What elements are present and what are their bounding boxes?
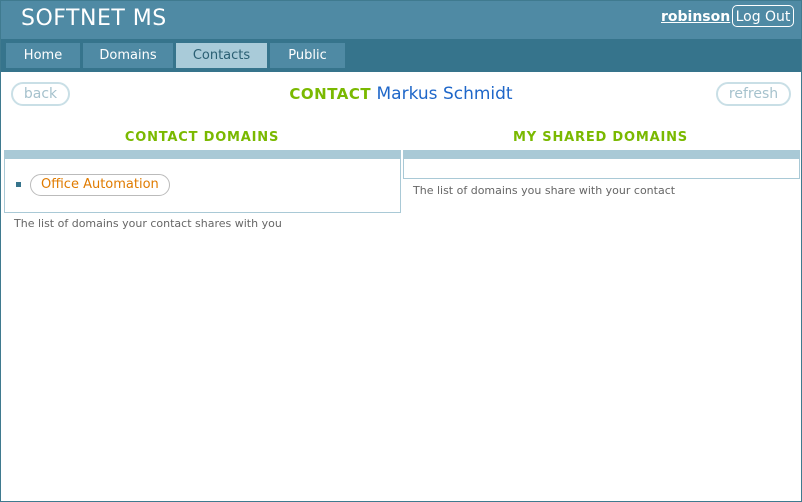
shared-domains-panel	[403, 150, 800, 179]
header-bar: SOFTNET MS robinson Log Out	[1, 1, 801, 39]
heading-label: CONTACT	[289, 85, 372, 103]
nav-bar: Home Domains Contacts Public	[1, 39, 801, 72]
tab-home[interactable]: Home	[6, 43, 80, 68]
tab-contacts[interactable]: Contacts	[176, 43, 267, 68]
logout-button[interactable]: Log Out	[732, 5, 794, 27]
bullet-icon	[16, 182, 21, 187]
panel-header-bar	[404, 151, 799, 159]
domain-chip[interactable]: Office Automation	[30, 174, 170, 196]
panel-header-bar	[5, 151, 400, 159]
shared-domains-title: MY SHARED DOMAINS	[513, 130, 688, 145]
main-content: back CONTACT Markus Schmidt refresh CONT…	[1, 72, 801, 501]
refresh-button[interactable]: refresh	[716, 82, 791, 106]
app-title: SOFTNET MS	[21, 6, 167, 31]
shared-domains-hint: The list of domains you share with your …	[413, 184, 676, 197]
contact-domains-panel: Office Automation	[4, 150, 401, 213]
app-window: SOFTNET MS robinson Log Out Home Domains…	[0, 0, 802, 502]
tab-public[interactable]: Public	[270, 43, 345, 68]
contact-domains-title: CONTACT DOMAINS	[124, 130, 280, 145]
contact-domains-hint: The list of domains your contact shares …	[14, 217, 282, 230]
contact-name: Markus Schmidt	[376, 84, 513, 104]
username-link[interactable]: robinson	[661, 9, 730, 25]
page-title: CONTACT Markus Schmidt	[1, 84, 801, 104]
tab-domains[interactable]: Domains	[83, 43, 173, 68]
